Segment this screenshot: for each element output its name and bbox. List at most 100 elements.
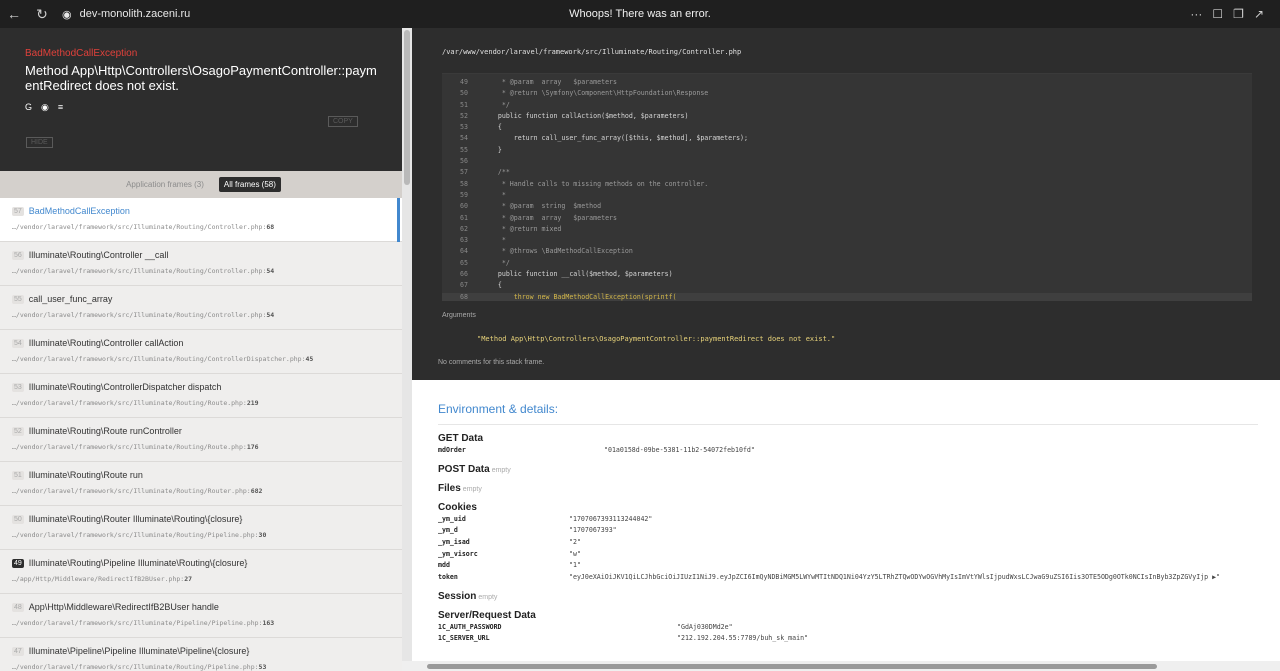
frame-title: Illuminate\Routing\Route runController (28, 426, 182, 436)
code-text: * @param string $method (482, 202, 602, 211)
frame-file: …/vendor/laravel/framework/src/Illuminat… (12, 355, 314, 363)
table-row: mdd "1" (438, 559, 1280, 571)
table-row: _ym_visorc "w" (438, 548, 1280, 560)
table-row: _ym_uid "1707067393113244042" (438, 513, 1280, 525)
code-text: * @return \Symfony\Component\HttpFoundat… (482, 89, 709, 98)
stack-frame[interactable]: 55 call_user_func_array …/vendor/laravel/f… (0, 286, 402, 330)
frame-title: App\Http\Middleware\RedirectIfB2BUser ha… (28, 602, 219, 612)
line-number: 65 (460, 258, 468, 267)
frame-file: …/vendor/laravel/framework/src/Illuminat… (12, 443, 259, 451)
line-number: 62 (460, 224, 468, 233)
stack-frame[interactable]: 47 Illuminate\Pipeline\Pipeline Illuminat… (0, 638, 402, 671)
frame-title: Illuminate\Routing\Controller callAction (28, 338, 184, 348)
address-bar[interactable]: ◉ dev-monolith.zaceni.ru (62, 8, 190, 21)
code-snippet: 49 * @param array $parameters 50 * @retur… (442, 73, 1252, 301)
frame-title: Illuminate\Pipeline\Pipeline Illuminate\… (28, 646, 250, 656)
row-key: _ym_uid (438, 514, 466, 523)
code-text: * Handle calls to missing methods on the… (482, 179, 709, 188)
table-row: _ym_d "1707067393" (438, 524, 1280, 536)
row-value[interactable]: "w" (569, 550, 581, 558)
row-value[interactable]: "1707067393113244042" (569, 515, 652, 523)
tabs-icon[interactable]: ❐ (1233, 7, 1244, 21)
hide-button[interactable]: HIDE (26, 137, 53, 148)
exception-message: Method App\Http\Controllers\OsagoPayment… (25, 63, 377, 93)
page-title: Whoops! There was an error. (569, 8, 711, 20)
row-value[interactable]: "eyJ0eXAiOiJKV1QiLCJhbGciOiJIUzI1NiJ9.ey… (569, 573, 1220, 581)
frame-number: 56 (12, 250, 24, 260)
reload-icon[interactable]: ↻ (28, 0, 56, 28)
horizontal-scrollbar[interactable] (402, 661, 1280, 671)
frame-number: 51 (12, 470, 24, 480)
stack-frames-panel: BadMethodCallException Method App\Http\C… (0, 28, 402, 671)
share-icon[interactable]: ↗ (1254, 7, 1264, 21)
stack-frame[interactable]: 57 BadMethodCallException …/vendor/laravel… (0, 198, 402, 242)
code-line: 53 { (442, 123, 1252, 134)
environment-title: Environment & details: (438, 402, 1258, 425)
frame-title: call_user_func_array (28, 294, 113, 304)
frame-number: 55 (12, 294, 24, 304)
line-number: 51 (460, 100, 468, 109)
code-line: 60 * @param string $method (442, 202, 1252, 213)
code-text: return call_user_func_array([$this, $met… (482, 134, 748, 143)
line-number: 56 (460, 157, 468, 166)
stack-frame[interactable]: 48 App\Http\Middleware\RedirectIfB2BUser … (0, 594, 402, 638)
google-search-icon[interactable]: G (25, 102, 32, 113)
frame-file: …/vendor/laravel/framework/src/Illuminat… (12, 531, 267, 539)
frame-file: …/vendor/laravel/framework/src/Illuminat… (12, 311, 275, 319)
row-value[interactable]: "01a0158d-09be-5381-11b2-54072feb10fd" (604, 446, 755, 454)
row-key: mdd (438, 561, 450, 570)
frame-title: Illuminate\Routing\Controller __call (28, 250, 169, 260)
frame-number: 54 (12, 338, 24, 348)
row-key: token (438, 572, 458, 581)
site-info-icon[interactable]: ◉ (62, 8, 72, 21)
code-line: 68 throw new BadMethodCallException(spri… (442, 292, 1252, 301)
line-number: 52 (460, 111, 468, 120)
frame-title: Illuminate\Routing\Pipeline Illuminate\R… (28, 558, 248, 568)
line-number: 53 (460, 123, 468, 132)
duckduckgo-search-icon[interactable]: ◉ (41, 102, 49, 113)
exception-name: BadMethodCallException (25, 48, 138, 59)
row-key: _ym_isad (438, 537, 470, 546)
row-value[interactable]: "2" (569, 538, 581, 546)
line-number: 54 (460, 134, 468, 143)
line-number: 57 (460, 168, 468, 177)
row-value[interactable]: "212.192.204.55:7789/buh_sk_main" (677, 634, 808, 642)
stack-frame[interactable]: 51 Illuminate\Routing\Route run …/vendor/l… (0, 462, 402, 506)
files-title: Files empty (438, 482, 482, 494)
code-line: 66 public function __call($method, $para… (442, 270, 1252, 281)
line-number: 55 (460, 145, 468, 154)
copy-button[interactable]: COPY (328, 116, 358, 127)
stack-frame[interactable]: 54 Illuminate\Routing\Controller callActi… (0, 330, 402, 374)
code-line: 59 * (442, 191, 1252, 202)
stack-frame[interactable]: 56 Illuminate\Routing\Controller __call …/… (0, 242, 402, 286)
frame-file: …/vendor/laravel/framework/src/Illuminat… (12, 487, 263, 495)
line-number: 58 (460, 179, 468, 188)
code-text: * @return mixed (482, 224, 562, 233)
row-value[interactable]: "GdAj030DMd2e" (677, 623, 733, 631)
bookmark-icon[interactable]: ☐ (1212, 7, 1223, 21)
row-value[interactable]: "1707067393" (569, 526, 617, 534)
tab-all-frames[interactable]: All frames (58) (218, 177, 281, 192)
frames-scrollbar[interactable] (402, 28, 412, 671)
stackoverflow-search-icon[interactable]: ≡ (58, 102, 63, 113)
row-key: mdOrder (438, 445, 466, 454)
stack-frame[interactable]: 50 Illuminate\Routing\Router Illuminate\R… (0, 506, 402, 550)
line-number: 49 (460, 78, 468, 86)
frame-number: 57 (12, 206, 24, 216)
more-icon[interactable]: ··· (1190, 7, 1202, 21)
code-line: 61 * @param array $parameters (442, 214, 1252, 225)
row-value[interactable]: "1" (569, 561, 581, 569)
stack-frame[interactable]: 52 Illuminate\Routing\Route runController… (0, 418, 402, 462)
tab-application-frames[interactable]: Application frames (3) (121, 177, 209, 192)
code-line: 57 /** (442, 168, 1252, 179)
cookies-table: _ym_uid "1707067393113244042" _ym_d "170706… (438, 513, 1280, 583)
back-arrow-icon[interactable]: ← (0, 0, 28, 28)
line-number: 64 (460, 247, 468, 256)
frame-title: Illuminate\Routing\Route run (28, 470, 143, 480)
code-line: 49 * @param array $parameters (442, 78, 1252, 89)
file-path[interactable]: /var/www/vendor/laravel/framework/src/Il… (442, 48, 1280, 56)
row-key: 1C_SERVER_URL (438, 634, 490, 643)
argument-value: "Method App\Http\Controllers\OsagoPaymen… (477, 335, 836, 343)
stack-frame[interactable]: 49 Illuminate\Routing\Pipeline Illuminate… (0, 550, 402, 594)
stack-frame[interactable]: 53 Illuminate\Routing\ControllerDispatche… (0, 374, 402, 418)
